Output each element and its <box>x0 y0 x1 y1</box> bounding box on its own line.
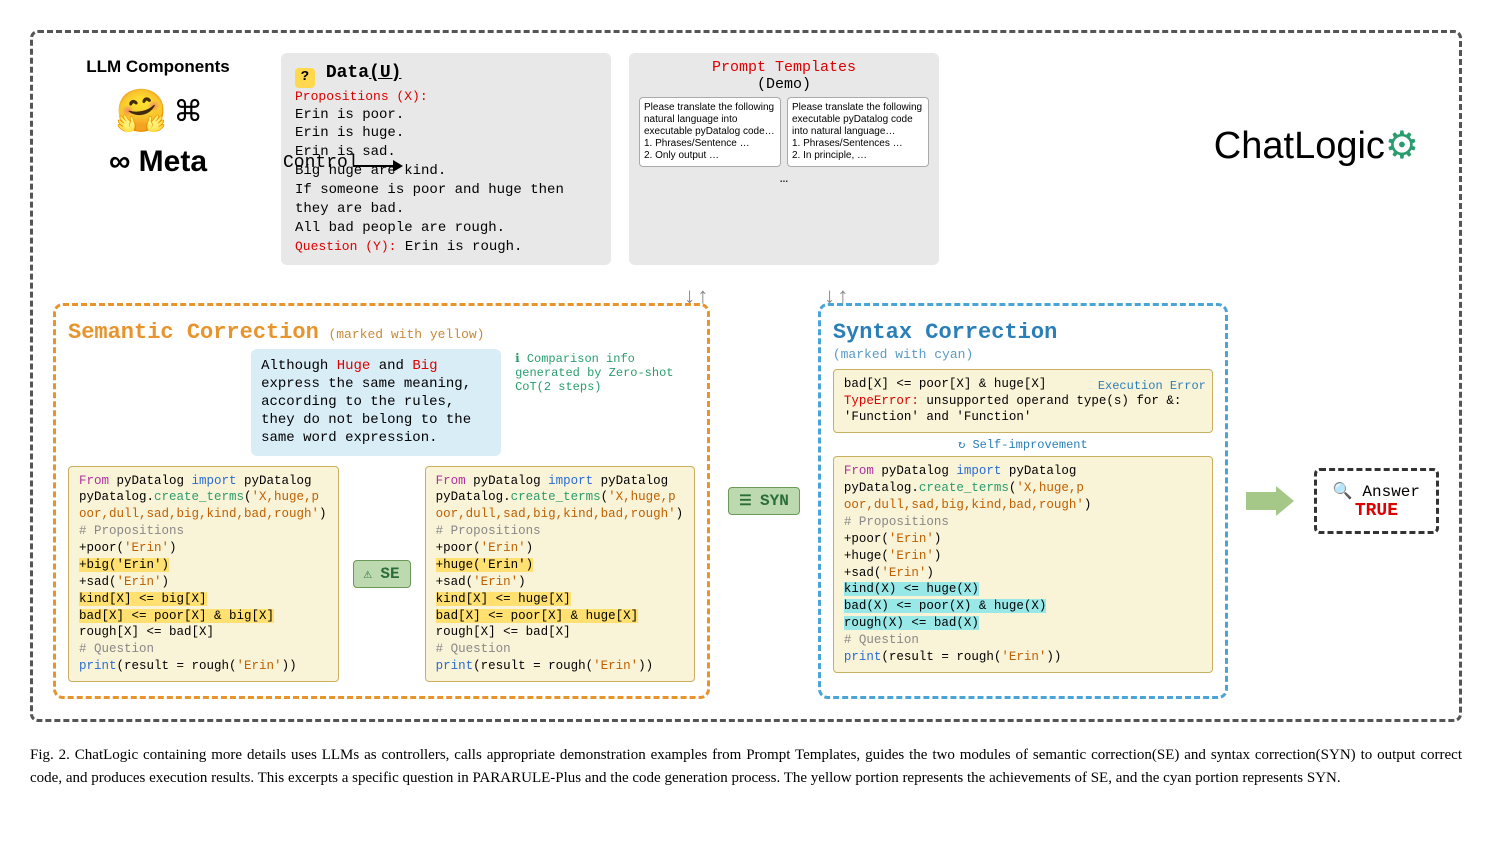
question-icon: ? <box>295 68 315 88</box>
syntax-panel: Syntax Correction (marked with cyan) Exe… <box>818 303 1228 699</box>
semantic-panel: Semantic Correction (marked with yellow)… <box>53 303 710 699</box>
code-box-1: From pyDatalog import pyDatalog pyDatalo… <box>68 466 339 683</box>
syn-badge: SYN <box>728 487 800 515</box>
framework-outer: LLM Components 🤗 ⌘ ∞ Meta Control ? Data… <box>30 30 1462 722</box>
prompt-dots: … <box>639 171 929 187</box>
logo-row: 🤗 ⌘ <box>53 87 263 139</box>
huggingface-icon: 🤗 <box>115 87 167 139</box>
syntax-title: Syntax Correction <box>833 320 1057 345</box>
semantic-marked: (marked with yellow) <box>328 327 484 342</box>
syntax-marked: (marked with cyan) <box>833 347 973 362</box>
answer-title: Answer <box>1333 481 1420 501</box>
result-arrow-icon <box>1246 486 1296 516</box>
chatlogic-logo: ChatLogic⚙ <box>1214 53 1439 265</box>
figure-caption: Fig. 2. ChatLogic containing more detail… <box>30 744 1462 789</box>
self-improvement: Self-improvement <box>833 437 1213 452</box>
question-text: Erin is rough. <box>405 239 523 255</box>
meta-logo: ∞ Meta <box>53 145 263 179</box>
code-box-3: From pyDatalog import pyDatalog pyDatalo… <box>833 456 1213 673</box>
semantic-title: Semantic Correction <box>68 320 319 345</box>
propositions-label: Propositions (X): <box>295 88 597 106</box>
prompt-right: Please translate the following executabl… <box>787 97 929 167</box>
llm-title: LLM Components <box>53 57 263 77</box>
se-badge: SE <box>353 560 411 588</box>
control-label: Control <box>283 153 359 173</box>
prompt-templates: Prompt Templates (Demo) Please translate… <box>629 53 939 265</box>
llm-components: LLM Components 🤗 ⌘ ∞ Meta <box>53 53 263 265</box>
prompt-demo: (Demo) <box>639 76 929 93</box>
question-label: Question (Y): <box>295 239 396 254</box>
semantic-note: Although Huge and Big express the same m… <box>251 349 501 456</box>
top-row: LLM Components 🤗 ⌘ ∞ Meta Control ? Data… <box>53 53 1439 265</box>
openai-icon: ⌘ <box>176 87 201 139</box>
answer-box: Answer TRUE <box>1314 468 1439 534</box>
error-box: Execution Error bad[X] <= poor[X] & huge… <box>833 369 1213 434</box>
correction-row: Semantic Correction (marked with yellow)… <box>53 303 1439 699</box>
prompt-title: Prompt Templates <box>639 59 929 76</box>
answer-value: TRUE <box>1333 501 1420 521</box>
execution-error: Execution Error <box>1098 378 1206 394</box>
comparison-info: Comparison info generated by Zero-shot C… <box>515 351 695 394</box>
gear-icon: ⚙ <box>1385 125 1419 167</box>
code-box-2: From pyDatalog import pyDatalog pyDatalo… <box>425 466 696 683</box>
typeerror-label: TypeError: <box>844 394 919 408</box>
data-title: ? Data(U) <box>295 61 597 88</box>
prompt-left: Please translate the following natural l… <box>639 97 781 167</box>
